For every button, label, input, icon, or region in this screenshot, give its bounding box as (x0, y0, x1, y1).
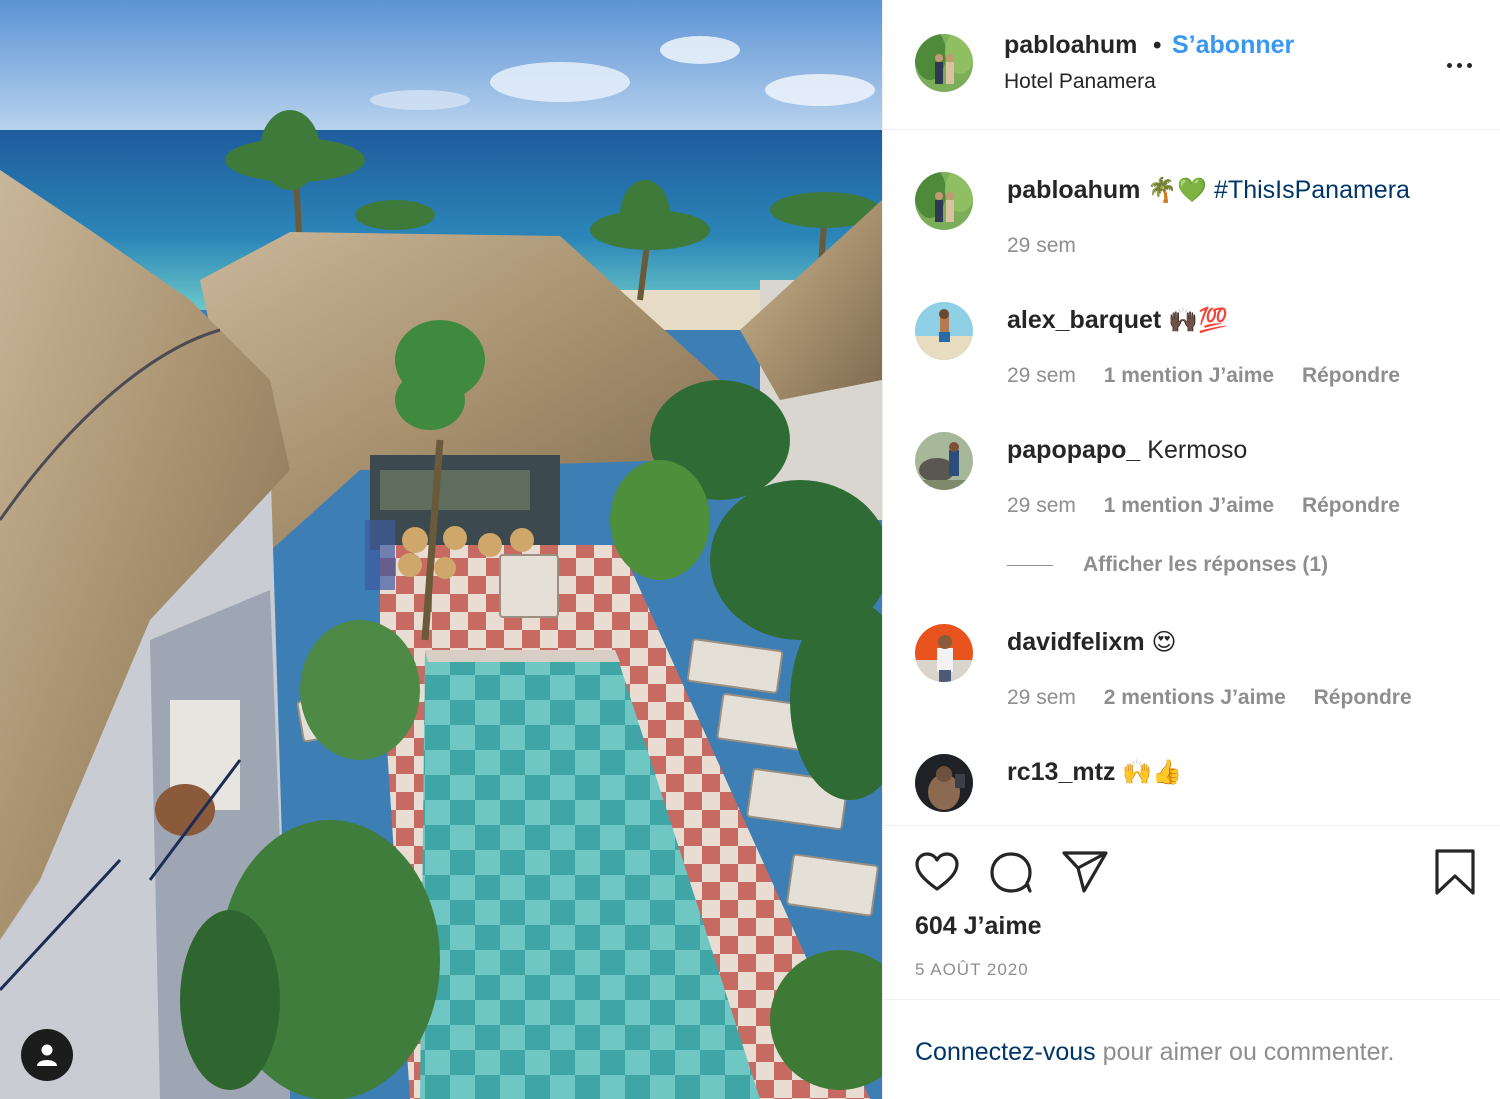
comment-username[interactable]: davidfelixm (1007, 628, 1145, 656)
post-actions: 604 J’aime 5 AOÛT 2020 (883, 825, 1500, 1000)
comment-username[interactable]: papopapo_ (1007, 436, 1140, 464)
comment-likes-count[interactable]: 1 mention J’aime (1104, 494, 1274, 517)
avatar[interactable] (915, 432, 973, 490)
view-replies-button[interactable]: Afficher les réponses (1) (1007, 553, 1328, 577)
heart-icon (915, 852, 959, 891)
resort-pool-photo (0, 0, 882, 1099)
reply-button[interactable]: Répondre (1302, 494, 1400, 517)
like-button[interactable] (913, 848, 961, 896)
login-link[interactable]: Connectez-vous (915, 1038, 1096, 1066)
share-icon (1062, 851, 1108, 893)
comment-button[interactable] (987, 848, 1035, 896)
avatar[interactable] (915, 302, 973, 360)
comment-username[interactable]: rc13_mtz (1007, 758, 1115, 786)
reply-button[interactable]: Répondre (1302, 364, 1400, 387)
more-icon (1446, 62, 1452, 68)
comment-emoji: 🙌🏿💯 (1168, 306, 1228, 334)
comment-time[interactable]: 29 sem (1007, 686, 1076, 709)
more-options-button[interactable] (1439, 48, 1479, 82)
comment-emoji: 🙌👍 (1122, 758, 1183, 786)
comment-time[interactable]: 29 sem (1007, 234, 1076, 257)
replies-divider (1007, 564, 1053, 566)
author-avatar[interactable] (915, 34, 973, 92)
post-header: pabloahum • S’abonner Hotel Panamera (883, 0, 1500, 130)
header-separator: • (1153, 32, 1162, 59)
follow-button[interactable]: S’abonner (1172, 31, 1294, 60)
more-icon (1456, 62, 1462, 68)
like-count[interactable]: 604 J’aime (915, 912, 1042, 941)
comment-icon (990, 852, 1032, 893)
comment-text: Kermoso (1147, 436, 1248, 464)
login-prompt: Connectez-vous pour aimer ou commenter. (915, 1038, 1394, 1067)
post-photo[interactable] (0, 0, 882, 1099)
comment-time[interactable]: 29 sem (1007, 364, 1076, 387)
comment-emoji: 🌴💚 (1147, 176, 1208, 204)
avatar[interactable] (915, 754, 973, 812)
user-tag-icon (37, 1044, 57, 1066)
comment-username[interactable]: pabloahum (1007, 176, 1140, 204)
comments-list[interactable]: pabloahum 🌴💚 #ThisIsPanamera 29 sem alex… (883, 131, 1500, 825)
comment-emoji: 😍 (1151, 628, 1177, 656)
author-username[interactable]: pabloahum (1004, 31, 1137, 60)
avatar[interactable] (915, 624, 973, 682)
avatar[interactable] (915, 172, 973, 230)
comment-likes-count[interactable]: 1 mention J’aime (1104, 364, 1274, 387)
post-side-panel: pabloahum • S’abonner Hotel Panamera pab… (882, 0, 1500, 1099)
bookmark-icon (1435, 849, 1475, 895)
share-button[interactable] (1061, 848, 1109, 896)
comment-likes-count[interactable]: 2 mentions J’aime (1104, 686, 1286, 709)
more-icon (1466, 62, 1472, 68)
comment-time[interactable]: 29 sem (1007, 494, 1076, 517)
user-tag-button[interactable] (21, 1029, 73, 1081)
login-prompt-text: pour aimer ou commenter. (1095, 1038, 1395, 1066)
hashtag-link[interactable]: #ThisIsPanamera (1214, 176, 1410, 204)
view-replies-label: Afficher les réponses (1) (1083, 553, 1329, 576)
post-date[interactable]: 5 AOÛT 2020 (915, 960, 1029, 980)
comment-username[interactable]: alex_barquet (1007, 306, 1161, 334)
reply-button[interactable]: Répondre (1314, 686, 1412, 709)
save-button[interactable] (1431, 848, 1479, 896)
post-location[interactable]: Hotel Panamera (1004, 70, 1156, 94)
